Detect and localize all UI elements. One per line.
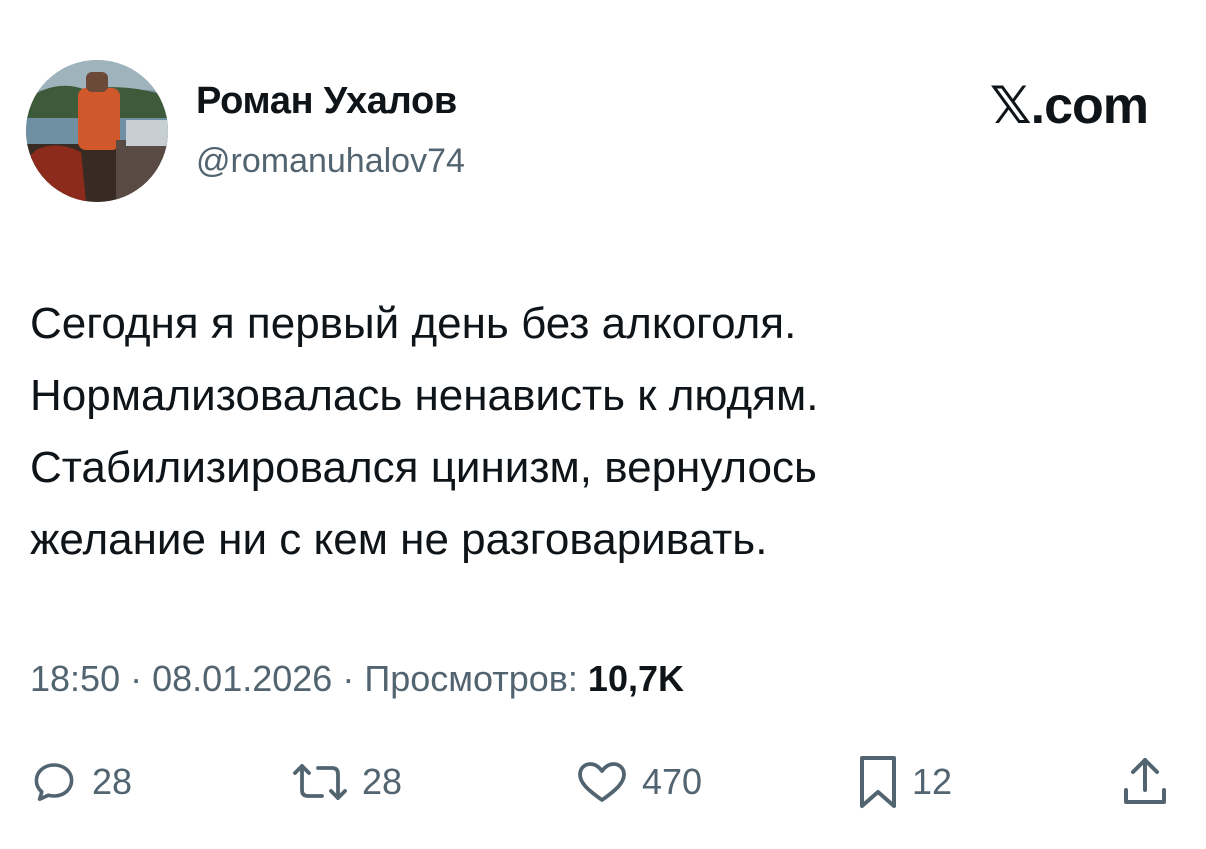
author-display-name[interactable]: Роман Ухалов bbox=[196, 80, 457, 123]
like-count: 470 bbox=[642, 761, 703, 802]
reply-button[interactable]: 28 bbox=[30, 750, 132, 814]
avatar[interactable] bbox=[26, 60, 168, 202]
like-button[interactable]: 470 bbox=[576, 750, 702, 814]
action-bar: 28 28 470 12 bbox=[30, 750, 1180, 820]
heart-icon bbox=[578, 762, 626, 802]
share-button[interactable] bbox=[1120, 750, 1170, 814]
reply-count: 28 bbox=[92, 761, 133, 802]
repost-button[interactable]: 28 bbox=[292, 750, 402, 814]
meta-separator: · bbox=[130, 658, 143, 699]
reply-icon bbox=[34, 763, 74, 801]
tweet-text-line: желание ни с кем не разговаривать. bbox=[30, 515, 768, 564]
bookmark-icon bbox=[860, 756, 896, 808]
views-count: 10,7K bbox=[587, 658, 684, 699]
tweet-text-line: Нормализовалась ненависть к людям. bbox=[30, 371, 819, 420]
tweet-text-line: Стабилизировался цинизм, вернулось bbox=[30, 443, 817, 492]
tweet-text: Сегодня я первый день без алкоголя. Норм… bbox=[30, 288, 1170, 576]
views-label: Просмотров: bbox=[364, 658, 578, 699]
share-icon bbox=[1124, 758, 1166, 804]
tweet-text-line: Сегодня я первый день без алкоголя. bbox=[30, 299, 797, 348]
tweet-date[interactable]: 08.01.2026 bbox=[152, 658, 332, 699]
avatar-photo bbox=[26, 60, 168, 202]
meta-separator: · bbox=[342, 658, 355, 699]
author-handle[interactable]: @romanuhalov74 bbox=[196, 142, 465, 181]
repost-icon bbox=[293, 764, 347, 800]
bookmark-count: 12 bbox=[912, 761, 953, 802]
bookmark-button[interactable]: 12 bbox=[858, 750, 952, 814]
tweet-time[interactable]: 18:50 bbox=[30, 658, 120, 699]
x-logo: 𝕏.com bbox=[989, 77, 1149, 135]
repost-count: 28 bbox=[362, 761, 403, 802]
tweet-meta: 18:50 · 08.01.2026 · Просмотров: 10,7K bbox=[30, 658, 684, 700]
